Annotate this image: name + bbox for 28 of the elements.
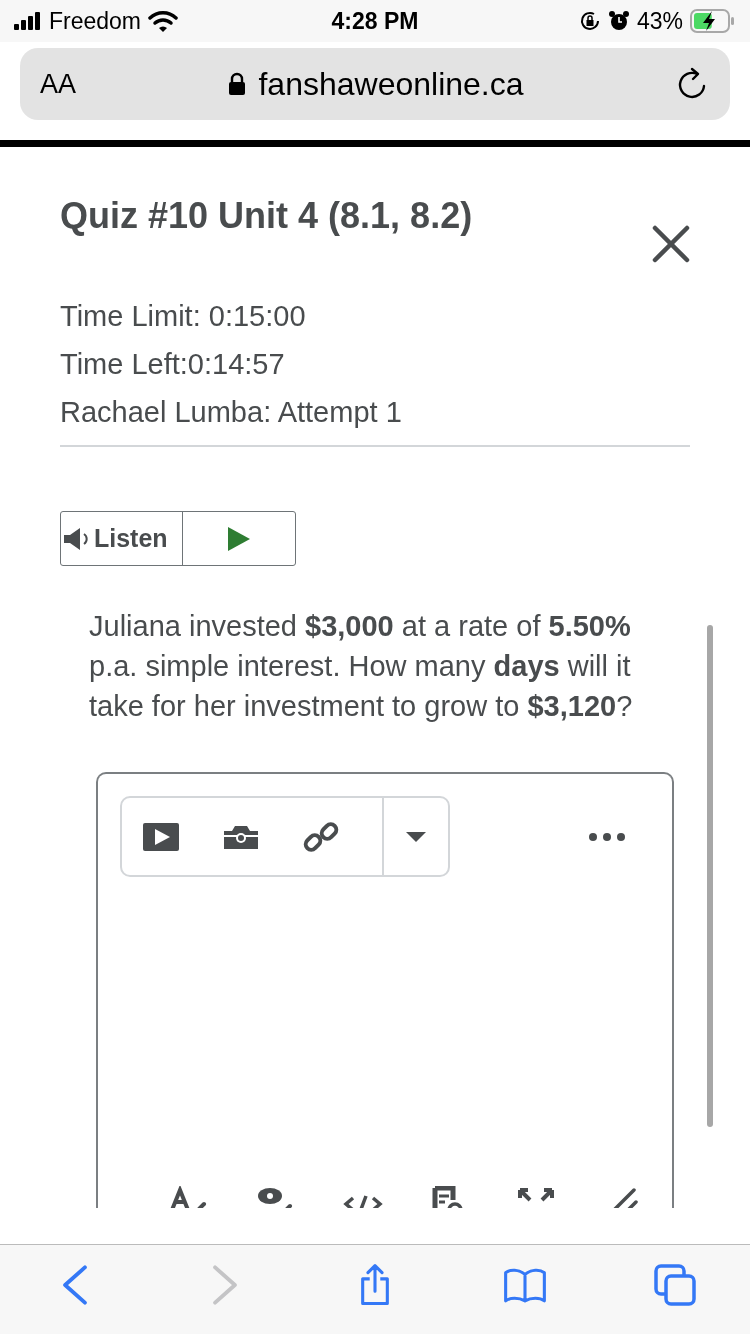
battery-percent: 43% bbox=[636, 7, 683, 35]
address-bar[interactable]: AA fanshaweonline.ca bbox=[20, 48, 730, 120]
more-options-icon[interactable] bbox=[588, 831, 626, 842]
quiz-info-text: Time Limit: 0:15:00 bbox=[60, 299, 307, 333]
rotation-lock-icon bbox=[578, 10, 601, 32]
reload-icon[interactable] bbox=[676, 67, 708, 101]
question-text: Juliana invested $3,000 at a rate of 5.50% p.a. simple interest. How many days will it take for her investment to grow to $3,120? bbox=[89, 609, 634, 724]
answer-box[interactable] bbox=[96, 772, 674, 1208]
listen-control[interactable]: Listen bbox=[60, 511, 296, 566]
quiz-title: Quiz #10 Unit 4 (8.1, 8.2) bbox=[60, 195, 473, 237]
alarm-clock-icon bbox=[607, 10, 630, 32]
wifi-icon bbox=[148, 10, 179, 32]
carrier-name: Freedom bbox=[49, 7, 142, 35]
text-size-button[interactable]: AA bbox=[40, 68, 77, 100]
close-icon[interactable] bbox=[652, 225, 690, 263]
quiz-info-text: Time Left:0:14:57 bbox=[60, 347, 286, 381]
quiz-info-text: Rachael Lumba: Attempt 1 bbox=[60, 395, 403, 429]
play-icon[interactable] bbox=[225, 524, 252, 553]
dropdown-caret-icon[interactable] bbox=[405, 830, 427, 843]
scrollbar[interactable] bbox=[707, 625, 713, 1127]
speaker-icon bbox=[63, 525, 90, 552]
clock-time: 4:28 PM bbox=[331, 7, 419, 35]
lock-icon bbox=[228, 72, 247, 96]
tabs-icon[interactable] bbox=[653, 1262, 697, 1307]
url-text[interactable]: fanshaweonline.ca bbox=[258, 65, 524, 103]
signal-icon bbox=[14, 12, 42, 30]
listen-label[interactable]: Listen bbox=[94, 524, 168, 553]
video-icon[interactable] bbox=[142, 821, 180, 852]
